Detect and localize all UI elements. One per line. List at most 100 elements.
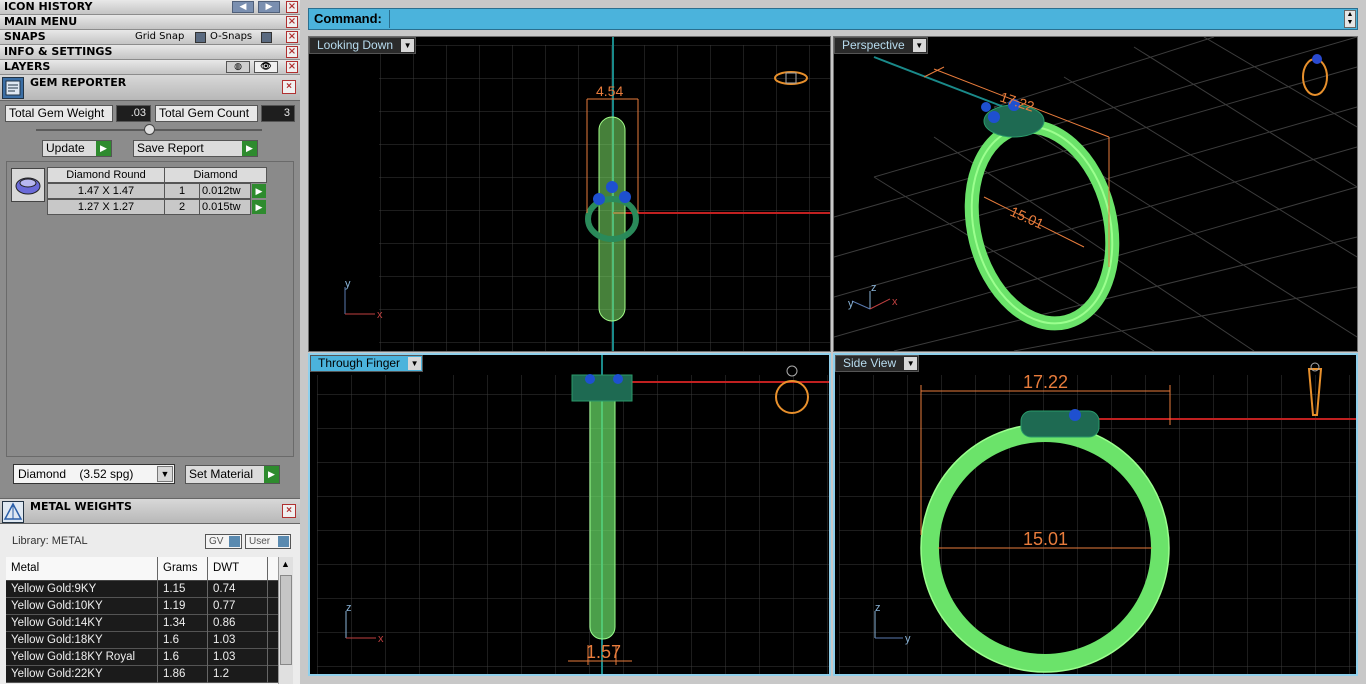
axis-indicator: y x <box>344 278 383 321</box>
svg-text:x: x <box>378 633 384 645</box>
left-panel: ICON HISTORY ◀ ▶ × MAIN MENU × SNAPS Gri… <box>0 0 300 684</box>
grams-cell: 1.6 <box>158 649 208 666</box>
gem-reporter-icon <box>2 77 24 99</box>
viewport-through-finger[interactable]: Through Finger ▼ 1.57 z x <box>308 353 831 676</box>
snaps-bar[interactable]: SNAPS Grid Snap O-Snaps × <box>0 30 300 45</box>
grams-column-header[interactable]: Grams <box>158 557 208 581</box>
scrollbar-thumb[interactable] <box>280 575 292 665</box>
table-row[interactable]: Yellow Gold:18KY 1.6 1.03 <box>6 632 278 649</box>
chevron-down-icon[interactable]: ▼ <box>401 39 415 52</box>
chevron-down-icon[interactable]: ▼ <box>157 466 173 482</box>
forward-arrow-icon[interactable]: ▶ <box>258 1 280 13</box>
chevron-up-icon[interactable]: ▲ <box>281 559 290 569</box>
viewport-label[interactable]: Side View ▼ <box>835 355 920 372</box>
command-input[interactable] <box>389 10 1344 28</box>
table-row[interactable]: Yellow Gold:10KY 1.19 0.77 <box>6 598 278 615</box>
metal-column-header[interactable]: Metal <box>6 557 158 581</box>
total-gem-count-value: 3 <box>261 105 295 122</box>
dimension-label: 17.22 <box>1023 372 1068 392</box>
snaps-label: SNAPS <box>4 30 46 43</box>
close-icon[interactable]: × <box>286 1 298 13</box>
metal-table-scrollbar[interactable]: ▲ <box>278 557 293 684</box>
svg-text:z: z <box>346 602 352 614</box>
dimension-label: 1.57 <box>586 642 621 662</box>
dwt-column-header[interactable]: DWT <box>208 557 268 581</box>
command-bar: Command: ▲ ▼ <box>308 8 1358 30</box>
splitter-handle[interactable] <box>144 124 155 135</box>
close-icon[interactable]: × <box>282 504 296 518</box>
play-arrow-icon: ▶ <box>96 141 111 156</box>
viewport-label[interactable]: Perspective ▼ <box>834 37 928 54</box>
gem-reporter-title: GEM REPORTER <box>30 76 127 89</box>
save-report-label: Save Report <box>137 141 204 155</box>
o-snaps-toggle[interactable] <box>261 32 272 43</box>
dwt-cell: 0.77 <box>208 598 268 615</box>
total-gem-count-label: Total Gem Count <box>155 105 258 122</box>
update-label: Update <box>46 141 85 155</box>
table-row[interactable]: Yellow Gold:9KY 1.15 0.74 <box>6 581 278 598</box>
gem-weight-cell: 0.015tw <box>199 199 251 215</box>
play-arrow-icon: ▶ <box>264 466 279 483</box>
icon-history-bar[interactable]: ICON HISTORY ◀ ▶ × <box>0 0 300 15</box>
play-arrow-icon: ▶ <box>242 141 257 156</box>
layers-bar[interactable]: LAYERS ◍ 👁 × <box>0 60 300 75</box>
command-spinner[interactable]: ▲ ▼ <box>1344 10 1356 28</box>
chevron-down-icon[interactable]: ▼ <box>408 357 422 370</box>
o-snaps-label: O-Snaps <box>210 31 253 42</box>
metal-weights-header: METAL WEIGHTS × <box>0 498 300 524</box>
viewport-label[interactable]: Through Finger ▼ <box>310 355 424 372</box>
table-row[interactable]: Yellow Gold:18KY Royal 1.6 1.03 <box>6 649 278 666</box>
chevron-down-icon[interactable]: ▼ <box>904 357 918 370</box>
metal-name-cell: Yellow Gold:9KY <box>6 581 158 598</box>
user-toggle[interactable]: User <box>245 534 291 549</box>
grid-snap-toggle[interactable] <box>195 32 206 43</box>
grams-cell: 1.6 <box>158 632 208 649</box>
close-icon[interactable]: × <box>286 46 298 58</box>
main-menu-bar[interactable]: MAIN MENU × <box>0 15 300 30</box>
viewport-label-text: Perspective <box>842 38 905 52</box>
close-icon[interactable]: × <box>286 61 298 73</box>
back-arrow-icon[interactable]: ◀ <box>232 1 254 13</box>
close-icon[interactable]: × <box>286 31 298 43</box>
metal-name-cell: Yellow Gold:22KY <box>6 666 158 683</box>
grams-cell: 1.34 <box>158 615 208 632</box>
viewport-side-view[interactable]: Side View ▼ 17.22 15.01 z y <box>833 353 1358 676</box>
eye-icon[interactable]: 👁 <box>254 61 278 73</box>
metal-table-header: Metal Grams DWT <box>6 557 278 581</box>
layers-label: LAYERS <box>4 60 51 73</box>
metal-name-cell: Yellow Gold:14KY <box>6 615 158 632</box>
close-icon[interactable]: × <box>286 16 298 28</box>
svg-text:x: x <box>377 309 383 321</box>
close-icon[interactable]: × <box>282 80 296 94</box>
dimension-label: 15.01 <box>1023 529 1068 549</box>
save-report-button[interactable]: Save Report ▶ <box>133 140 258 157</box>
play-arrow-icon[interactable]: ▶ <box>252 184 266 198</box>
gem-size-cell: 1.47 X 1.47 <box>47 183 165 199</box>
dwt-cell: 1.03 <box>208 632 268 649</box>
toggle-indicator <box>229 536 240 547</box>
viewport-label[interactable]: Looking Down ▼ <box>309 37 417 54</box>
set-material-button[interactable]: Set Material ▶ <box>185 465 280 484</box>
viewport-label-text: Side View <box>843 356 897 370</box>
gem-weight-cell: 0.012tw <box>199 183 251 199</box>
metal-name-cell: Yellow Gold:18KY Royal <box>6 649 158 666</box>
chevron-down-icon[interactable]: ▼ <box>912 39 926 52</box>
layer-visibility-icon[interactable]: ◍ <box>226 61 250 73</box>
table-row[interactable]: Yellow Gold:22KY 1.86 1.2 <box>6 666 278 683</box>
total-gem-weight-label: Total Gem Weight <box>5 105 113 122</box>
set-material-label: Set Material <box>189 467 254 481</box>
play-arrow-icon[interactable]: ▶ <box>252 200 266 214</box>
svg-text:y: y <box>905 633 911 645</box>
info-settings-bar[interactable]: INFO & SETTINGS × <box>0 45 300 60</box>
main-menu-label: MAIN MENU <box>4 15 78 28</box>
diamond-round-icon <box>11 168 45 202</box>
gv-toggle[interactable]: GV <box>205 534 242 549</box>
info-settings-label: INFO & SETTINGS <box>4 45 113 58</box>
table-row[interactable]: Yellow Gold:14KY 1.34 0.86 <box>6 615 278 632</box>
viewport-perspective[interactable]: Perspective ▼ 17.22 15.01 z x y <box>833 36 1358 352</box>
material-value: Diamond (3.52 spg) <box>18 467 134 481</box>
looking-down-canvas: 4.54 y x <box>344 37 830 351</box>
viewport-looking-down[interactable]: Looking Down ▼ 4.54 y x <box>308 36 831 352</box>
material-select[interactable]: Diamond (3.52 spg) ▼ <box>13 464 175 484</box>
update-button[interactable]: Update ▶ <box>42 140 112 157</box>
